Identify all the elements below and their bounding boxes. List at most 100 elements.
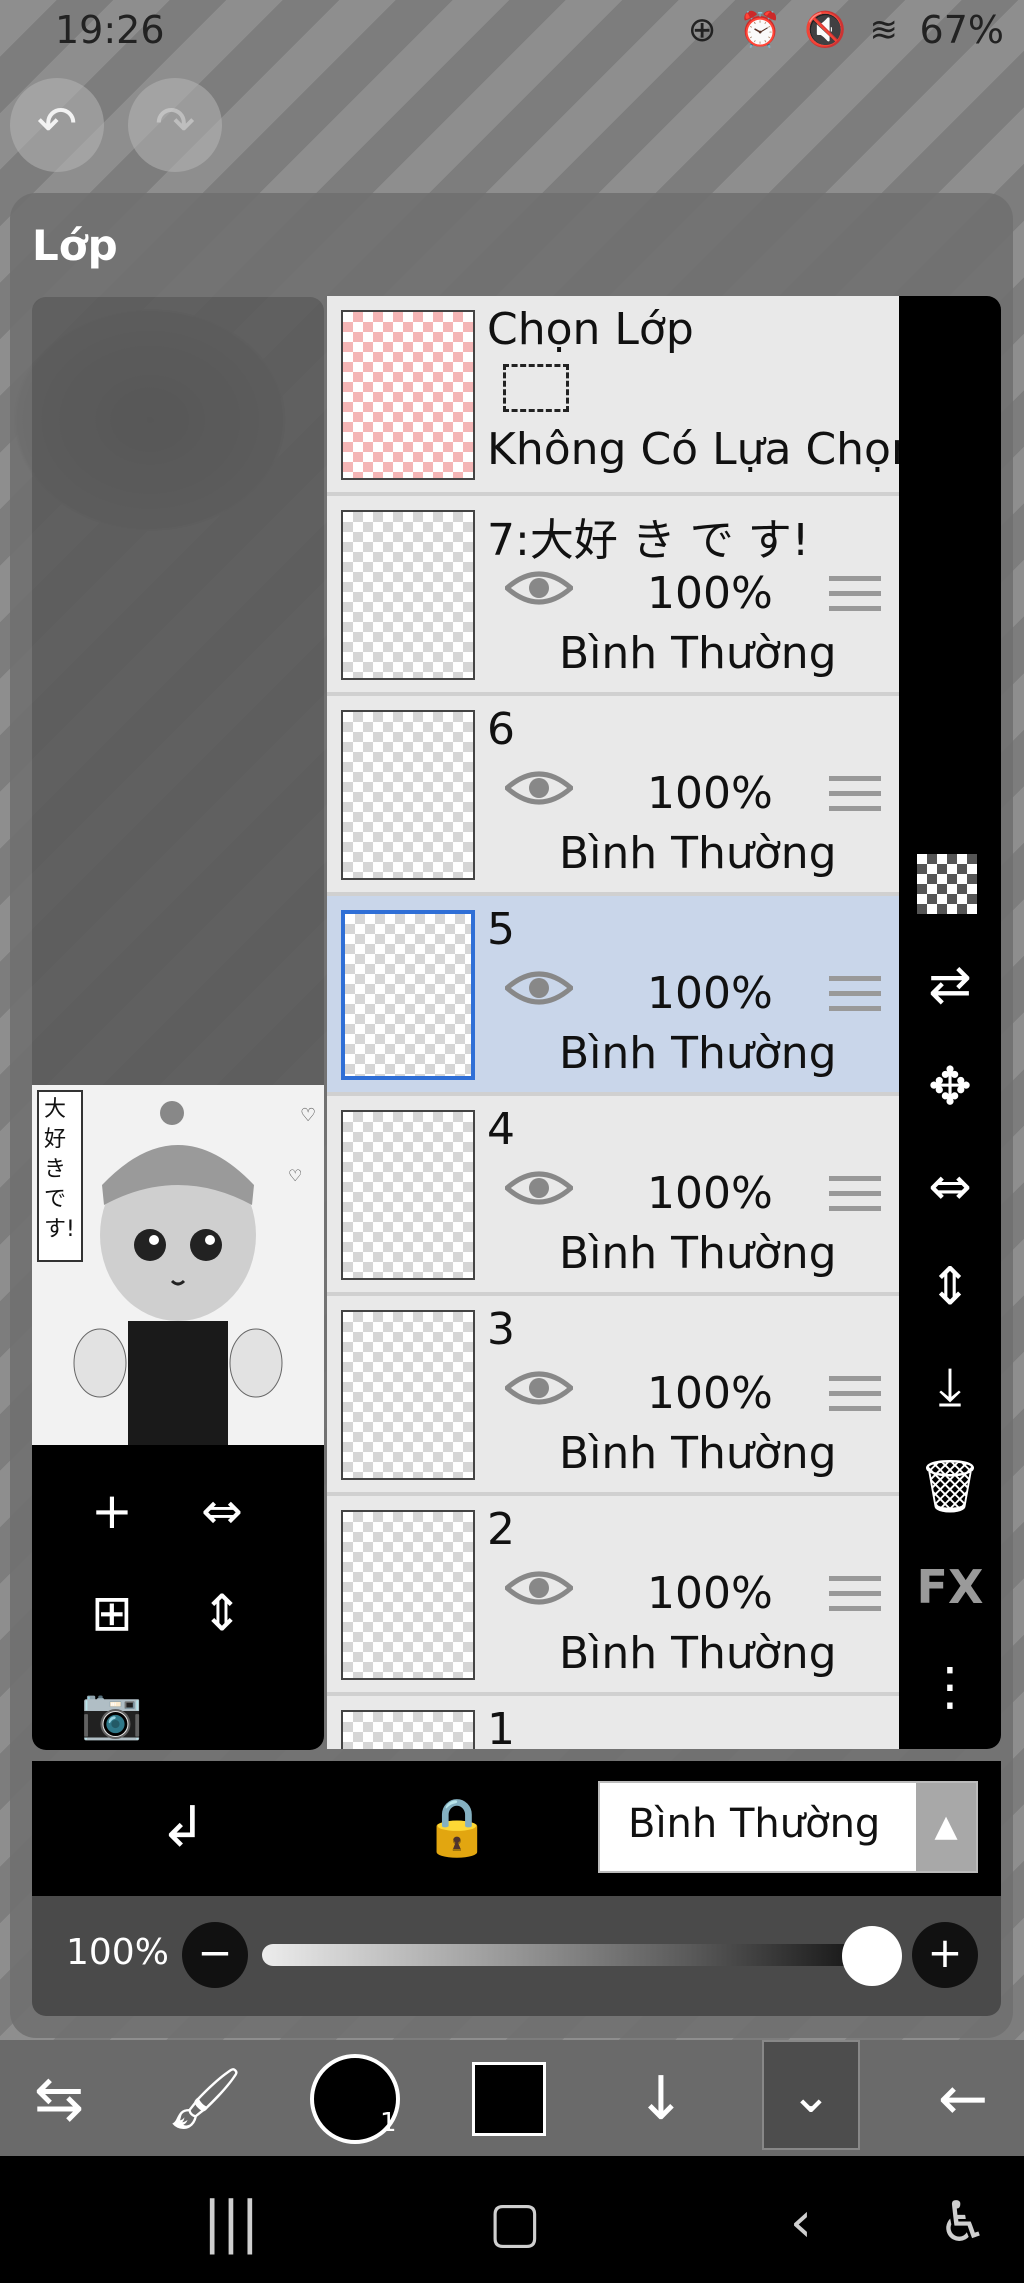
drag-handle-icon[interactable] [829,574,881,614]
visibility-eye-icon[interactable] [505,1568,573,1608]
layer-name: 6 [487,704,515,755]
layer-name: 7:大好 き で す! [487,515,810,566]
blend-mode-value: Bình Thường [628,1801,881,1847]
transfer-icon: ⇄ [928,955,972,1015]
arrow-down-icon: ↓ [635,2064,687,2134]
flip-horizontal-layer-button[interactable]: ⇔ [911,1148,989,1226]
flip-horizontal-button[interactable]: ⇔ [182,1471,262,1551]
layer-row[interactable]: 1 [327,1696,899,1749]
svg-text:♡: ♡ [288,1166,302,1185]
layer-opacity: 100% [647,568,773,619]
download-button[interactable]: ↓ [616,2054,706,2144]
status-icons: ⊕ ⏰ 🔇 ≋ [687,10,904,50]
accessibility-button[interactable]: ♿ [918,2178,1008,2268]
camera-icon: 📷 [80,1684,144,1742]
more-options-button[interactable]: ⋮ [911,1648,989,1726]
visibility-eye-icon[interactable] [505,1368,573,1408]
home-button[interactable]: ▢ [470,2178,560,2268]
layer-name: 4 [487,1104,515,1155]
selection-layer-title: Chọn Lớp [487,304,694,355]
tool-switch-button[interactable]: ⇆ [14,2054,104,2144]
merge-down-button[interactable]: ⤓ [911,1348,989,1426]
preview-artwork: ♡ ♡ [32,1085,324,1445]
visibility-eye-icon[interactable] [505,568,573,608]
color-picker-button[interactable] [472,2062,546,2136]
transparent-fill-icon[interactable] [917,854,977,914]
layer-thumbnail [341,1510,475,1680]
trash-icon: 🗑 [916,1457,983,1517]
undo-button[interactable]: ↶ [10,78,104,172]
visibility-eye-icon[interactable] [505,768,573,808]
arrow-left-icon: ← [937,2064,989,2134]
plus-icon: + [91,1482,133,1540]
move-button[interactable]: ✥ [911,1048,989,1126]
brush-icon: 🖌 [166,2064,244,2134]
layer-panel: Lớp ♡ ♡ 大好きです! + ⇔ ⊞ ⇕ 📷 Chọn Lớp Không … [10,193,1013,2038]
add-layer-button[interactable]: + [72,1471,152,1551]
layer-blend-mode: Bình Thường [559,1428,837,1479]
transfer-layer-button[interactable]: ⇄ [911,946,989,1024]
drag-handle-icon[interactable] [829,1374,881,1414]
clipping-button[interactable]: ↲ [138,1783,228,1873]
recent-apps-button[interactable]: ||| [186,2178,276,2268]
opacity-slider-knob[interactable] [842,1926,902,1986]
battery-level: 67% [919,8,1004,52]
recent-apps-icon: ||| [202,2190,260,2255]
system-back-button[interactable]: ‹ [756,2178,846,2268]
back-icon: ‹ [789,2190,813,2255]
layer-row-selected[interactable]: 5 100% Bình Thường [327,896,899,1096]
undo-icon: ↶ [36,96,78,152]
flip-vertical-layer-button[interactable]: ⇕ [911,1248,989,1326]
more-vertical-icon: ⋮ [924,1657,976,1717]
canvas-preview[interactable]: ♡ ♡ 大好きです! [32,1085,324,1445]
layer-panel-toggle[interactable]: ⌄ [762,2040,860,2150]
merge-down-icon: ⤓ [938,1357,962,1417]
layer-thumbnail [341,510,475,680]
layer-list[interactable]: Chọn Lớp Không Có Lựa Chọn 7:大好 き で す! 1… [327,296,899,1749]
visibility-eye-icon[interactable] [505,1168,573,1208]
layer-name: 1 [487,1704,515,1749]
layer-thumbnail [341,1710,475,1749]
drag-handle-icon[interactable] [829,974,881,1014]
layer-blend-mode: Bình Thường [559,1228,837,1279]
opacity-slider-track[interactable] [262,1944,872,1966]
flip-horizontal-icon: ⇔ [201,1482,243,1540]
layer-blend-mode: Bình Thường [559,1628,837,1679]
import-photo-button[interactable]: 📷 [72,1673,152,1753]
layer-blend-mode: Bình Thường [559,1028,837,1079]
redo-button[interactable]: ↷ [128,78,222,172]
decrease-opacity-button[interactable]: − [182,1922,248,1988]
selection-layer[interactable]: Chọn Lớp Không Có Lựa Chọn [327,296,899,496]
layer-opacity: 100% [647,1568,773,1619]
layer-row[interactable]: 7:大好 き で す! 100% Bình Thường [327,496,899,696]
fx-button[interactable]: FX [911,1548,989,1626]
alpha-lock-button[interactable]: 🔒 [412,1783,502,1873]
increase-opacity-button[interactable]: + [912,1922,978,1988]
opacity-value: 100% [66,1932,169,1973]
drag-handle-icon[interactable] [829,1574,881,1614]
layer-name: 5 [487,904,515,955]
layer-blend-mode: Bình Thường [559,628,837,679]
layer-tools-sidebar: ⇄ ✥ ⇔ ⇕ ⤓ 🗑 FX ⋮ [899,296,1001,1749]
layer-thumbnail [341,910,475,1080]
drag-handle-icon[interactable] [829,1174,881,1214]
layer-row[interactable]: 6 100% Bình Thường [327,696,899,896]
brush-button[interactable]: 🖌 [160,2054,250,2144]
delete-layer-button[interactable]: 🗑 [911,1448,989,1526]
brush-size-value: 1 [380,2108,397,2138]
blend-mode-select[interactable]: Bình Thường ▲ [598,1781,978,1873]
duplicate-layer-button[interactable]: ⊞ [72,1573,152,1653]
flip-vertical-button[interactable]: ⇕ [182,1573,262,1653]
layer-thumbnail [341,710,475,880]
visibility-eye-icon[interactable] [505,968,573,1008]
drag-handle-icon[interactable] [829,774,881,814]
back-button[interactable]: ← [918,2054,1008,2144]
layer-row[interactable]: 3 100% Bình Thường [327,1296,899,1496]
layer-blend-mode: Bình Thường [559,828,837,879]
layer-row[interactable]: 4 100% Bình Thường [327,1096,899,1296]
flip-vertical-icon: ⇕ [928,1257,972,1317]
layer-row[interactable]: 2 100% Bình Thường [327,1496,899,1696]
preview-tools: + ⇔ ⊞ ⇕ 📷 [32,1445,324,1750]
drawing-toolbar: ⇆ 🖌 1 ↓ ⌄ ← [0,2040,1024,2156]
layer-options-bar: ↲ 🔒 Bình Thường ▲ [32,1761,1001,1896]
